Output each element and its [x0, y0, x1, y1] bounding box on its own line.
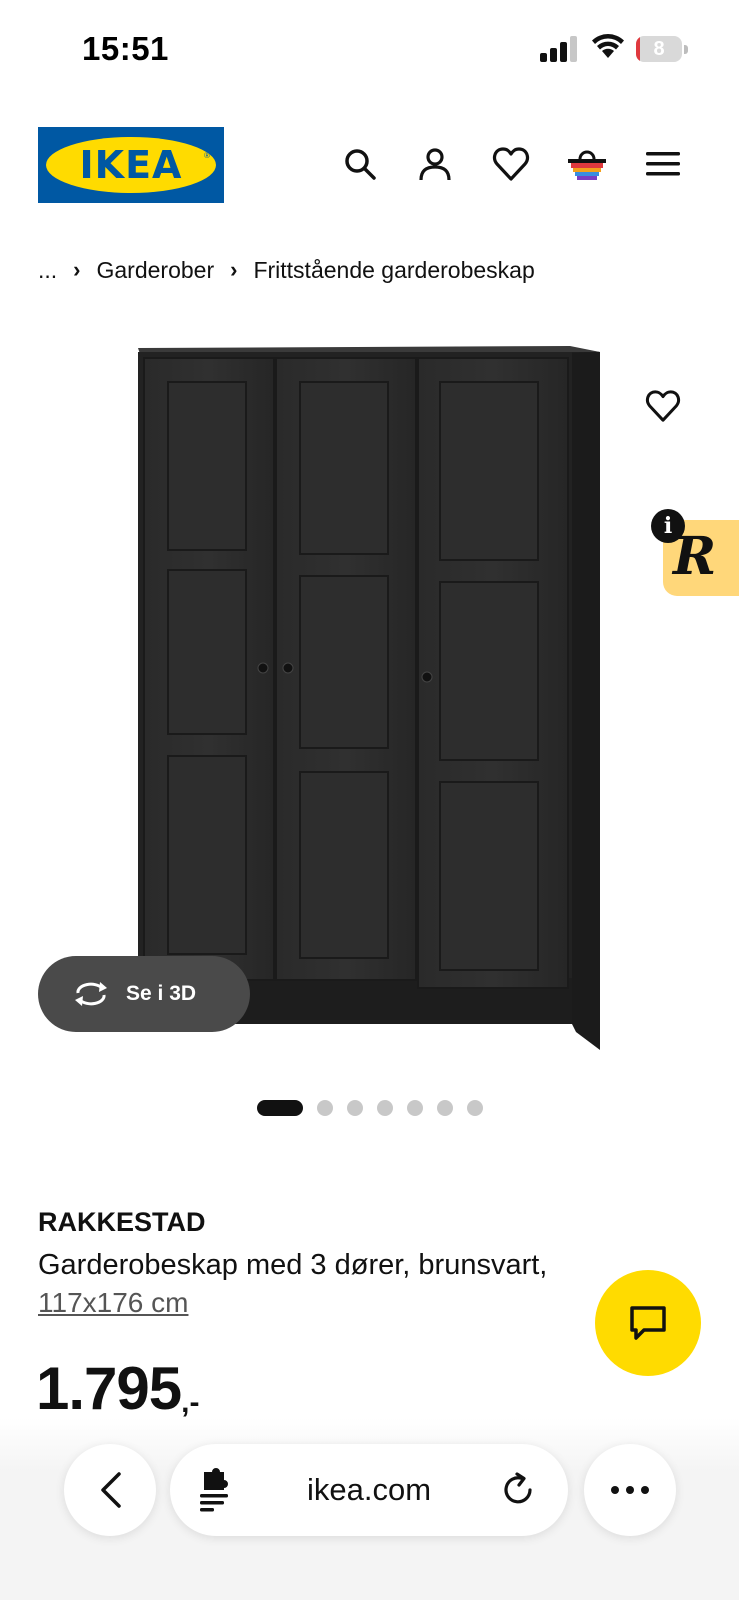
wifi-icon [592, 34, 624, 58]
menu-button[interactable] [641, 142, 685, 186]
chevron-right-icon: › [73, 257, 81, 282]
more-dots-icon [611, 1486, 649, 1494]
cellular-signal-icon [540, 36, 577, 62]
address-bar[interactable]: ikea.com [170, 1444, 568, 1536]
pager-dot[interactable] [436, 1100, 453, 1116]
heart-icon [492, 147, 530, 181]
product-price: 1.795 ,- [36, 1350, 199, 1420]
pager-dot[interactable] [256, 1100, 303, 1116]
view-3d-label: Se i 3D [126, 982, 197, 1005]
chevron-right-icon: › [230, 257, 238, 282]
product-favorite-button[interactable] [640, 383, 686, 429]
breadcrumb-ellipsis[interactable]: ... [38, 257, 57, 284]
pager-dot[interactable] [316, 1100, 333, 1116]
reload-icon[interactable] [500, 1472, 536, 1508]
favorites-button[interactable] [489, 142, 533, 186]
product-description: Garderobeskap med 3 dører, brunsvart, [38, 1249, 548, 1281]
search-button[interactable] [338, 142, 382, 186]
ikea-logo[interactable]: IKEA ® [38, 127, 224, 203]
rotate-3d-icon [75, 982, 107, 1006]
image-pager [0, 1100, 739, 1116]
battery-level: 8 [653, 38, 665, 60]
product-size-link[interactable]: 117x176 cm [38, 1284, 188, 1322]
account-button[interactable] [413, 142, 457, 186]
basket-icon [568, 150, 606, 180]
account-icon [419, 148, 451, 181]
browser-more-button[interactable] [584, 1444, 676, 1536]
breadcrumb-garderober[interactable]: Garderober [97, 257, 215, 284]
breadcrumb-frittstaende[interactable]: Frittstående garderobeskap [253, 257, 534, 284]
pager-dot[interactable] [376, 1100, 393, 1116]
logo-text: IKEA [79, 143, 183, 187]
breadcrumb: ... › Garderober › Frittstående garderob… [38, 252, 535, 288]
heart-icon [645, 390, 681, 422]
view-3d-button[interactable]: Se i 3D [38, 956, 250, 1032]
product-name: RAKKESTAD [38, 1207, 206, 1237]
chevron-left-icon [101, 1472, 121, 1508]
info-icon[interactable]: i [651, 509, 685, 543]
pager-dot[interactable] [406, 1100, 423, 1116]
pager-dot[interactable] [346, 1100, 363, 1116]
price-value: 1.795 [36, 1355, 182, 1422]
menu-icon [646, 152, 680, 176]
chat-icon [630, 1306, 666, 1340]
cart-button[interactable] [565, 142, 609, 186]
price-suffix: ,- [181, 1386, 200, 1419]
battery-icon: 8 [636, 36, 688, 62]
search-icon [345, 149, 376, 180]
product-image[interactable] [120, 330, 620, 1060]
chat-button[interactable] [595, 1270, 701, 1376]
pager-dot[interactable] [466, 1100, 483, 1116]
status-time: 15:51 [82, 30, 169, 67]
browser-back-button[interactable] [64, 1444, 156, 1536]
status-bar: 15:51 8 [0, 0, 739, 100]
